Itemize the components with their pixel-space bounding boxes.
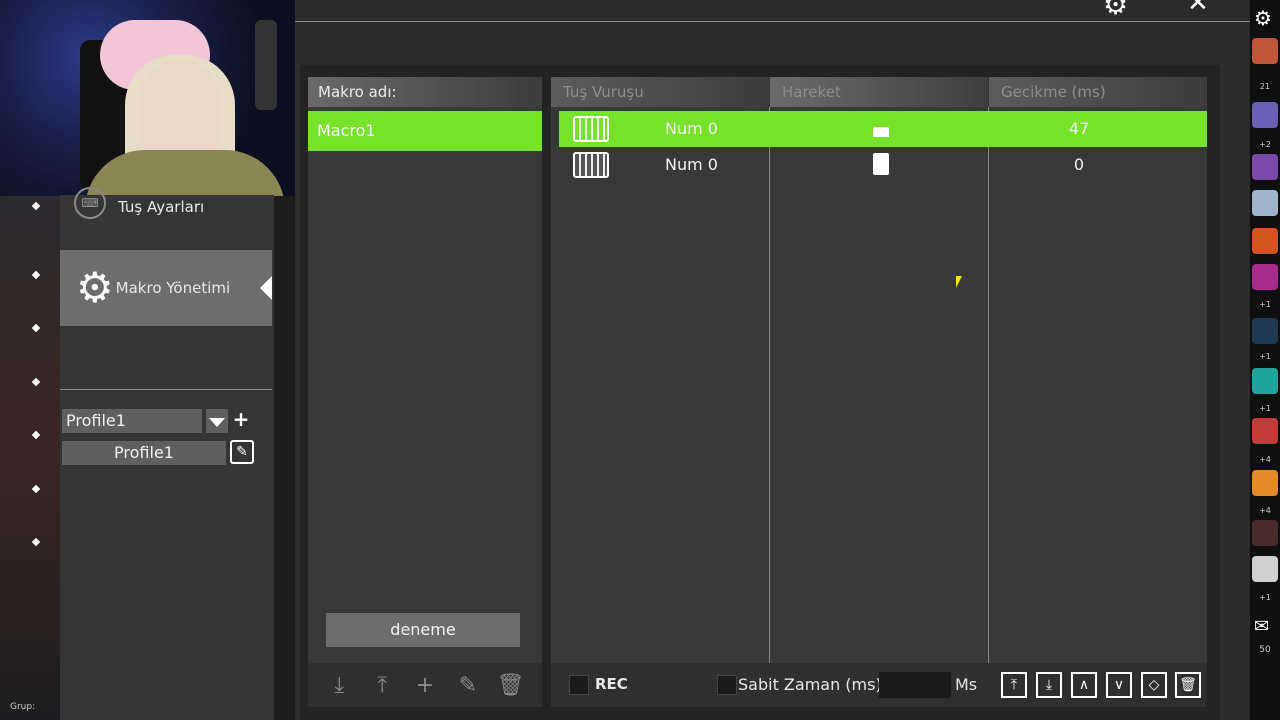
- delete-step-icon[interactable]: 🗑: [1175, 672, 1201, 698]
- nav-macro-management[interactable]: ⚙ Makro Yönetimi: [60, 250, 272, 326]
- webcam-overlay: [0, 0, 295, 196]
- avatar[interactable]: [1252, 102, 1278, 128]
- rename-macro-icon[interactable]: ✎: [453, 673, 483, 698]
- rec-checkbox[interactable]: [569, 675, 589, 695]
- diamond-icon: [31, 323, 41, 333]
- mail-count: 50: [1259, 645, 1271, 655]
- avatar[interactable]: [1252, 368, 1278, 394]
- move-down-icon[interactable]: ∨: [1106, 672, 1132, 698]
- settings-gear-icon[interactable]: ⚙: [1254, 6, 1272, 30]
- avatar[interactable]: [1252, 190, 1278, 216]
- diamond-icon: [31, 201, 41, 211]
- add-profile-button[interactable]: +: [232, 407, 250, 431]
- key-release-icon: [873, 127, 889, 137]
- close-icon[interactable]: ✕: [1187, 0, 1209, 18]
- step-row[interactable]: Num 0 0: [559, 147, 1207, 183]
- streamer-hoodie: [85, 150, 285, 196]
- screen: Grup: ⌨ Tuş Ayarları ⚙ Makro Yönetimi Pr…: [0, 0, 1280, 720]
- avatar[interactable]: [1252, 470, 1278, 496]
- ms-unit-label: Ms: [955, 675, 978, 694]
- steps-toolbar: REC Sabit Zaman (ms) Ms ⤒ ⤓ ∧ ∨ ◇ 🗑: [551, 663, 1207, 707]
- move-to-top-icon[interactable]: ⤒: [1001, 672, 1027, 698]
- macro-list-toolbar: ⤓ ⤒ + ✎ 🗑: [308, 663, 542, 707]
- export-icon[interactable]: ⤒: [367, 673, 397, 698]
- diamond-icon: [31, 270, 41, 280]
- chevron-down-icon[interactable]: [206, 409, 228, 433]
- move-to-bottom-icon[interactable]: ⤓: [1036, 672, 1062, 698]
- step-row[interactable]: Num 0 47: [559, 111, 1207, 147]
- import-icon[interactable]: ⤓: [324, 673, 354, 698]
- column-header-keystroke: Tuş Vuruşu: [551, 77, 769, 107]
- column-header-delay: Gecikme (ms): [989, 77, 1207, 107]
- mouse-cursor: [956, 276, 968, 288]
- step-delay[interactable]: 0: [1029, 147, 1129, 183]
- viewer-count: 21: [1259, 82, 1271, 91]
- diamond-icon: [31, 430, 41, 440]
- fixed-time-input[interactable]: [879, 672, 951, 698]
- delete-macro-icon[interactable]: 🗑: [496, 673, 526, 698]
- avatar[interactable]: [1252, 264, 1278, 290]
- fixed-time-checkbox[interactable]: [717, 675, 737, 695]
- mail-icon[interactable]: ✉: [1254, 616, 1269, 637]
- diamond-icon: [31, 377, 41, 387]
- app-sidebar: ⌨ Tuş Ayarları ⚙ Makro Yönetimi Profile1…: [60, 187, 274, 720]
- avatar[interactable]: [1252, 228, 1278, 254]
- macro-steps-panel: Tuş Vuruşu Hareket Gecikme (ms) Num 0 47…: [551, 77, 1207, 707]
- nav-macro-management-label: Makro Yönetimi: [115, 279, 231, 297]
- avatar[interactable]: [1252, 38, 1278, 64]
- macro-list-header: Makro adı:: [308, 77, 542, 107]
- macro-list-panel: Makro adı: Macro1 deneme ⤓ ⤒ + ✎ 🗑: [308, 77, 542, 707]
- viewer-count: +2: [1259, 140, 1271, 149]
- settings-gear-icon[interactable]: ⚙: [1103, 0, 1128, 21]
- diamond-icon: [31, 484, 41, 494]
- profile-name-field[interactable]: Profile1: [62, 441, 226, 465]
- viewer-count: +4: [1259, 455, 1271, 464]
- macro-window: ⚙ ✕ Makro adı: Macro1 deneme ⤓ ⤒ + ✎ 🗑 T…: [295, 0, 1250, 720]
- nav-key-settings[interactable]: ⌨ Tuş Ayarları: [60, 187, 272, 219]
- avatar[interactable]: [1252, 556, 1278, 582]
- step-delay[interactable]: 47: [1029, 111, 1129, 147]
- gear-icon: ⚙: [76, 263, 114, 312]
- step-key: Num 0: [665, 119, 718, 138]
- active-indicator-arrow: [260, 276, 272, 300]
- divider: [60, 389, 272, 390]
- deneme-button[interactable]: deneme: [326, 613, 520, 647]
- diamond-icon: [31, 537, 41, 547]
- avatar[interactable]: [1252, 318, 1278, 344]
- microphone: [255, 20, 277, 110]
- viewer-count: +1: [1259, 352, 1271, 361]
- column-header-action: Hareket: [770, 77, 988, 107]
- nav-key-settings-label: Tuş Ayarları: [118, 198, 205, 216]
- viewer-count: +4: [1259, 506, 1271, 515]
- window-topbar: ⚙ ✕: [295, 0, 1250, 22]
- keyboard-icon: [573, 116, 609, 142]
- add-macro-icon[interactable]: +: [410, 673, 440, 698]
- group-label: Grup:: [10, 702, 36, 712]
- edit-icon[interactable]: ✎: [230, 440, 254, 464]
- profile-select[interactable]: Profile1: [62, 409, 202, 433]
- avatar[interactable]: [1252, 520, 1278, 546]
- macro-list-item[interactable]: Macro1: [308, 111, 542, 151]
- keyboard-icon: ⌨: [74, 187, 106, 219]
- stream-background: [0, 195, 60, 720]
- column-divider: [769, 107, 770, 663]
- viewer-count: +1: [1259, 404, 1271, 413]
- key-press-icon: [873, 153, 889, 175]
- avatar[interactable]: [1252, 418, 1278, 444]
- keyboard-icon: [573, 152, 609, 178]
- viewer-count: +1: [1259, 300, 1271, 309]
- rec-label: REC: [595, 675, 628, 693]
- step-key: Num 0: [665, 155, 718, 174]
- column-divider: [988, 107, 989, 663]
- avatar[interactable]: [1252, 154, 1278, 180]
- move-up-icon[interactable]: ∧: [1071, 672, 1097, 698]
- fixed-time-label: Sabit Zaman (ms): [738, 675, 882, 694]
- viewer-count: +1: [1259, 593, 1271, 602]
- erase-icon[interactable]: ◇: [1141, 672, 1167, 698]
